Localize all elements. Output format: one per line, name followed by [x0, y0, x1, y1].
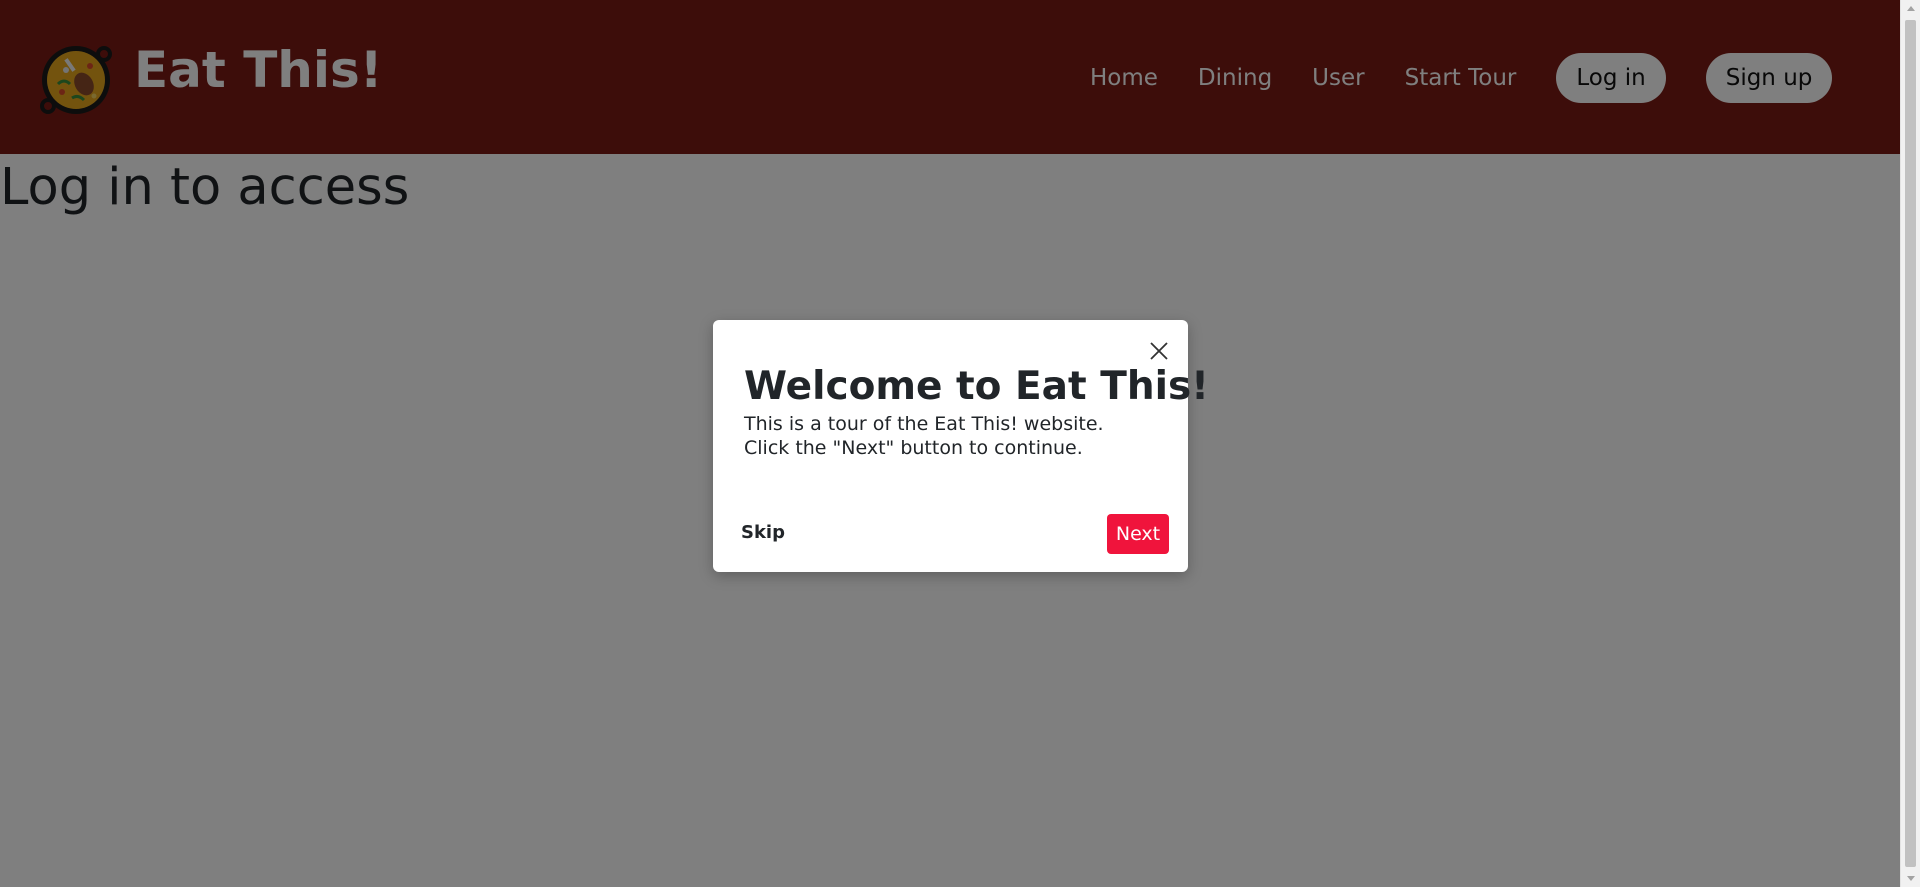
vertical-scrollbar[interactable]: [1900, 0, 1920, 887]
scroll-thumb[interactable]: [1905, 20, 1916, 867]
modal-text: This is a tour of the Eat This! website.…: [744, 413, 1104, 459]
next-button[interactable]: Next: [1107, 514, 1169, 554]
scroll-down-arrow-icon[interactable]: [1907, 876, 1915, 881]
skip-button[interactable]: Skip: [741, 522, 785, 543]
scroll-up-arrow-icon[interactable]: [1907, 6, 1915, 11]
tour-modal: Welcome to Eat This! This is a tour of t…: [713, 320, 1209, 572]
close-icon[interactable]: [1146, 338, 1172, 364]
modal-title: Welcome to Eat This!: [744, 364, 1209, 409]
